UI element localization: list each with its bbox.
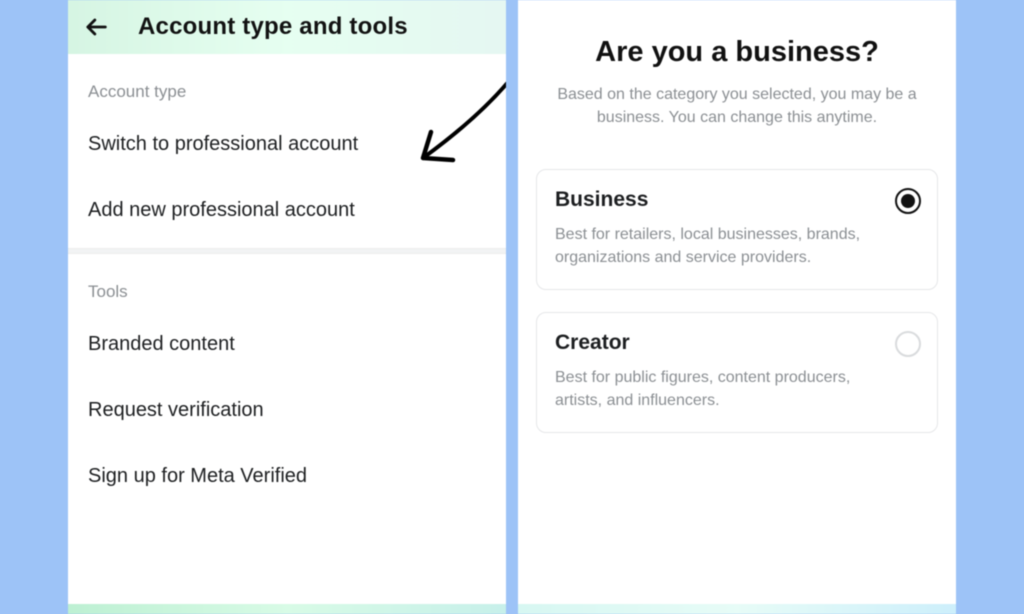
item-request-verification[interactable]: Request verification: [68, 382, 506, 438]
option-business-title: Business: [555, 188, 919, 212]
option-creator[interactable]: Creator Best for public figures, content…: [536, 312, 938, 433]
topbar: Account type and tools: [68, 0, 506, 54]
section-label-tools: Tools: [68, 254, 506, 316]
item-branded-content[interactable]: Branded content: [68, 316, 506, 372]
subheading: Based on the category you selected, you …: [544, 83, 930, 129]
option-business-desc: Best for retailers, local businesses, br…: [555, 224, 919, 269]
back-arrow-icon[interactable]: [82, 13, 110, 41]
section-label-account-type: Account type: [68, 54, 506, 116]
option-creator-title: Creator: [555, 331, 919, 355]
account-type-panel: Account type and tools Account type Swit…: [68, 0, 506, 614]
heading: Are you a business?: [536, 36, 938, 69]
radio-unselected-icon[interactable]: [895, 331, 921, 357]
option-business[interactable]: Business Best for retailers, local busin…: [536, 169, 938, 290]
decorative-bottom-bar: [518, 604, 956, 614]
page-title: Account type and tools: [138, 13, 408, 41]
business-question-panel: Are you a business? Based on the categor…: [518, 0, 956, 614]
item-add-professional[interactable]: Add new professional account: [68, 182, 506, 238]
decorative-bottom-bar: [68, 604, 506, 614]
option-creator-desc: Best for public figures, content produce…: [555, 367, 919, 412]
item-meta-verified[interactable]: Sign up for Meta Verified: [68, 448, 506, 504]
item-switch-professional[interactable]: Switch to professional account: [68, 116, 506, 172]
